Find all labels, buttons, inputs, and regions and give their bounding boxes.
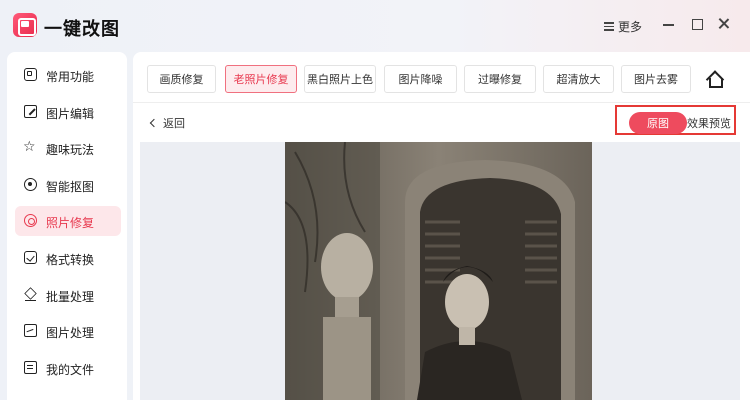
more-label: 更多 (618, 20, 643, 34)
back-label: 返回 (163, 118, 185, 130)
sidebar-item-label: 批量处理 (46, 290, 95, 304)
menu-icon (604, 22, 614, 31)
sidebar-item-label: 常用功能 (46, 70, 95, 84)
file-icon (24, 361, 37, 374)
tab-old-photo-repair[interactable]: 老照片修复 (225, 65, 297, 93)
view-toggle: 原图 效果预览 (615, 105, 736, 135)
sidebar: 常用功能 图片编辑 趣味玩法 智能抠图 照片修复 格式转换 批量处理 图片处理 … (7, 52, 127, 400)
repair-icon (24, 214, 37, 227)
sidebar-item-cutout[interactable]: 智能抠图 (15, 170, 121, 200)
original-view-button[interactable]: 原图 (629, 112, 687, 134)
main-panel: 画质修复 老照片修复 黑白照片上色 图片降噪 过曝修复 超清放大 图片去雾 返回… (133, 52, 750, 400)
image-icon (24, 324, 37, 337)
app-title: 一键改图 (44, 19, 120, 39)
sidebar-item-photo-repair[interactable]: 照片修复 (15, 206, 121, 236)
preview-view-button[interactable]: 效果预览 (687, 115, 731, 131)
sidebar-item-label: 图片处理 (46, 326, 95, 340)
edit-icon (24, 105, 37, 118)
app-logo-icon (13, 13, 37, 37)
sidebar-item-fun[interactable]: 趣味玩法 (15, 133, 121, 163)
tab-quality-repair[interactable]: 画质修复 (147, 65, 216, 93)
title-bar: 一键改图 更多 (0, 0, 750, 50)
target-icon (24, 178, 37, 191)
tab-colorize[interactable]: 黑白照片上色 (304, 65, 376, 93)
sidebar-item-label: 格式转换 (46, 253, 95, 267)
convert-icon (24, 251, 37, 264)
star-icon (23, 138, 37, 155)
close-icon[interactable] (717, 17, 731, 31)
photo-illustration (285, 142, 592, 400)
sidebar-item-label: 智能抠图 (46, 180, 95, 194)
chevron-left-icon (149, 118, 159, 128)
back-button[interactable]: 返回 (149, 115, 185, 131)
sidebar-item-label: 图片编辑 (46, 107, 95, 121)
divider (133, 102, 750, 103)
sidebar-item-image-edit[interactable]: 图片编辑 (15, 97, 121, 127)
tab-overexposure[interactable]: 过曝修复 (464, 65, 536, 93)
home-icon[interactable] (706, 71, 723, 88)
image-canvas (140, 142, 740, 400)
minimize-icon[interactable] (662, 17, 676, 31)
sidebar-item-image-process[interactable]: 图片处理 (15, 316, 121, 346)
layers-icon (24, 288, 37, 301)
sidebar-item-common[interactable]: 常用功能 (15, 60, 121, 90)
maximize-icon[interactable] (690, 17, 704, 31)
grid-icon (24, 68, 37, 81)
sidebar-item-batch[interactable]: 批量处理 (15, 280, 121, 310)
tab-denoise[interactable]: 图片降噪 (384, 65, 457, 93)
tab-upscale[interactable]: 超清放大 (543, 65, 614, 93)
sidebar-item-my-files[interactable]: 我的文件 (15, 353, 121, 383)
more-button[interactable]: 更多 (604, 18, 642, 35)
old-photo (285, 142, 592, 400)
sidebar-item-label: 趣味玩法 (46, 143, 95, 157)
tab-dehaze[interactable]: 图片去雾 (621, 65, 691, 93)
sidebar-item-format[interactable]: 格式转换 (15, 243, 121, 273)
sidebar-item-label: 我的文件 (46, 363, 95, 377)
sidebar-item-label: 照片修复 (46, 216, 95, 230)
